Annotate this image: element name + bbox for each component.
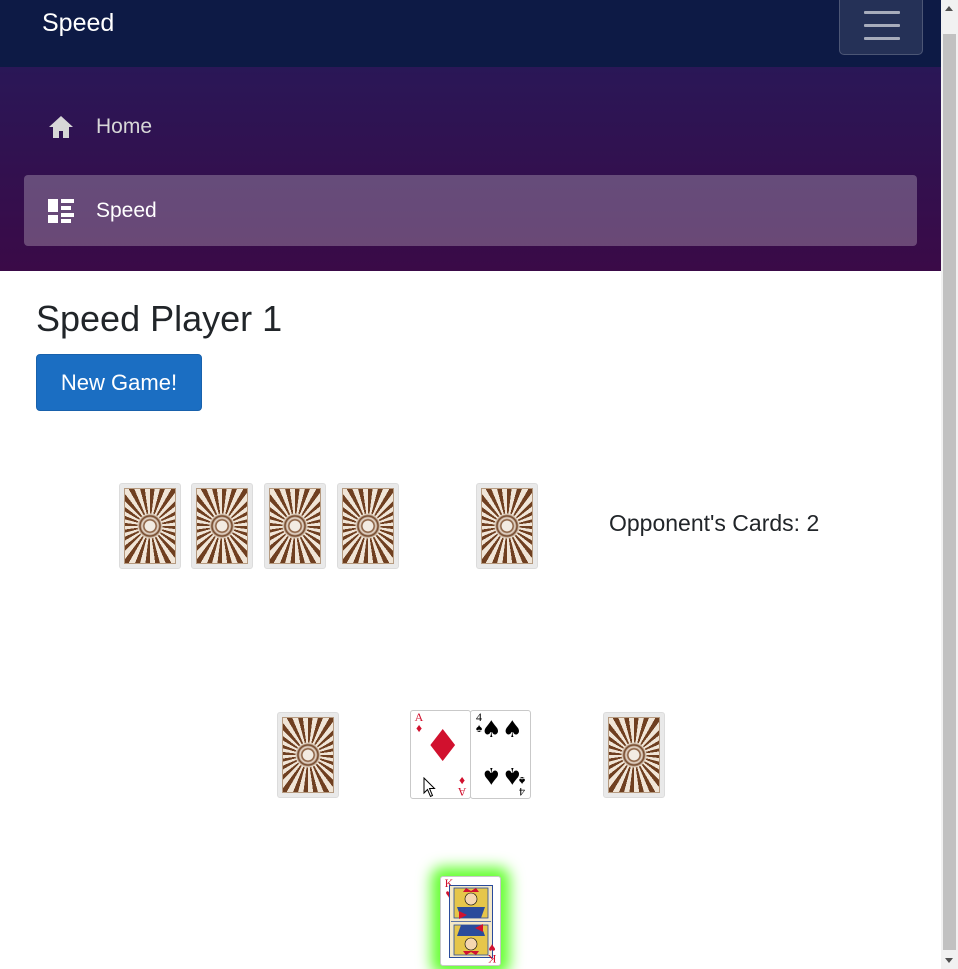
diamond-pip-icon: ♦ — [423, 721, 463, 772]
player-hand-card[interactable]: K ♥ K ♥ — [440, 876, 501, 966]
mouse-cursor-icon — [423, 777, 436, 798]
navbar-toggle-button[interactable] — [839, 0, 923, 55]
page-title: Speed Player 1 — [36, 298, 283, 339]
home-icon — [49, 116, 73, 138]
brand-title[interactable]: Speed — [42, 9, 114, 38]
nav-item-label: Home — [96, 115, 153, 138]
opponent-hand-card — [191, 483, 253, 569]
spade-pip-icon: ♠ — [481, 717, 502, 743]
opponent-hand-card — [119, 483, 181, 569]
hamburger-icon — [864, 11, 900, 14]
left-side-pile[interactable] — [277, 712, 339, 798]
top-bar: Speed — [0, 0, 941, 67]
hamburger-line — [864, 24, 900, 27]
card-back-pattern — [196, 488, 248, 564]
list-icon — [48, 199, 74, 223]
card-corner-bottom: 4 ♠ — [516, 774, 528, 798]
scroll-thumb[interactable] — [943, 34, 956, 950]
card-back-pattern — [608, 717, 660, 793]
nav-item-home[interactable]: Home — [24, 91, 917, 162]
right-side-pile[interactable] — [603, 712, 665, 798]
card-corner-bottom: A ♦ — [456, 774, 468, 798]
nav-item-speed[interactable]: Speed — [24, 175, 917, 246]
sidebar-nav: Home Speed — [0, 67, 941, 271]
spade-pip-icon: ♠ — [502, 717, 523, 743]
opponent-hand-card — [337, 483, 399, 569]
card-back-pattern — [342, 488, 394, 564]
new-game-button[interactable]: New Game! — [36, 354, 202, 411]
vertical-scrollbar[interactable] — [941, 0, 958, 969]
card-back-pattern — [282, 717, 334, 793]
opponent-draw-pile — [476, 483, 538, 569]
card-suit: ♥ — [488, 941, 496, 955]
nav-item-label: Speed — [96, 199, 157, 222]
spade-pip-icon: ♠ — [481, 762, 502, 788]
card-back-pattern — [124, 488, 176, 564]
opponent-card-count: Opponent's Cards: 2 — [609, 510, 820, 536]
card-back-pattern — [269, 488, 321, 564]
center-pile-left-card[interactable]: A ♦ ♦ A ♦ — [410, 710, 471, 799]
scroll-down-arrow-icon[interactable] — [941, 952, 958, 969]
scroll-up-arrow-icon[interactable] — [941, 0, 958, 17]
hamburger-line — [864, 37, 900, 40]
card-suit: ♠ — [518, 774, 526, 788]
opponent-hand-card — [264, 483, 326, 569]
card-back-pattern — [481, 488, 533, 564]
center-pile-right-card[interactable]: 4 ♠ ♠ ♠ ♠ ♠ 4 ♠ — [470, 710, 531, 799]
card-corner-bottom: K ♥ — [486, 941, 498, 965]
